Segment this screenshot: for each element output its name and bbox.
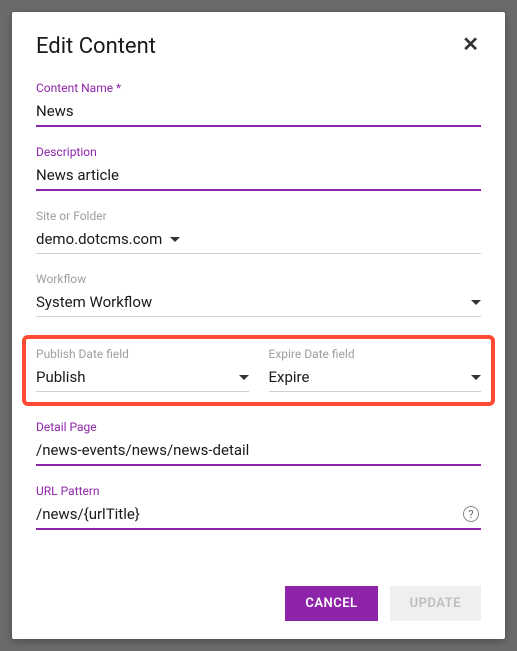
chevron-down-icon xyxy=(239,375,249,380)
publish-date-value: Publish xyxy=(36,368,85,386)
update-button[interactable]: UPDATE xyxy=(390,586,481,621)
form-body: Content Name * Description Site or Folde… xyxy=(36,81,481,576)
edit-content-dialog: Edit Content ✕ Content Name * Descriptio… xyxy=(12,12,505,639)
description-input[interactable] xyxy=(36,163,481,191)
chevron-down-icon xyxy=(471,375,481,380)
date-fields-highlight: Publish Date field Publish Expire Date f… xyxy=(22,335,495,406)
expire-date-field: Expire Date field Expire xyxy=(269,347,482,392)
publish-date-field: Publish Date field Publish xyxy=(36,347,249,392)
cancel-button[interactable]: CANCEL xyxy=(285,586,377,621)
publish-date-label: Publish Date field xyxy=(36,347,249,361)
content-name-input[interactable] xyxy=(36,99,481,127)
url-pattern-input[interactable] xyxy=(36,502,481,530)
description-field: Description xyxy=(36,145,481,191)
close-icon[interactable]: ✕ xyxy=(460,34,481,54)
detail-page-label: Detail Page xyxy=(36,420,481,434)
content-name-label: Content Name * xyxy=(36,81,481,95)
workflow-label: Workflow xyxy=(36,272,481,286)
detail-page-input[interactable] xyxy=(36,438,481,466)
dialog-title: Edit Content xyxy=(36,34,156,59)
expire-date-label: Expire Date field xyxy=(269,347,482,361)
help-icon[interactable]: ? xyxy=(463,506,479,522)
detail-page-field: Detail Page xyxy=(36,420,481,466)
workflow-select[interactable]: System Workflow xyxy=(36,290,481,317)
dialog-footer: CANCEL UPDATE xyxy=(36,586,481,621)
site-folder-select[interactable]: demo.dotcms.com xyxy=(36,227,481,254)
workflow-field: Workflow System Workflow xyxy=(36,272,481,317)
site-folder-value: demo.dotcms.com xyxy=(36,230,162,248)
chevron-down-icon xyxy=(471,300,481,305)
expire-date-select[interactable]: Expire xyxy=(269,365,482,392)
site-folder-label: Site or Folder xyxy=(36,209,481,223)
chevron-down-icon xyxy=(170,237,180,242)
site-folder-field: Site or Folder demo.dotcms.com xyxy=(36,209,481,254)
dialog-header: Edit Content ✕ xyxy=(36,34,481,59)
publish-date-select[interactable]: Publish xyxy=(36,365,249,392)
content-name-field: Content Name * xyxy=(36,81,481,127)
url-pattern-field: URL Pattern ? xyxy=(36,484,481,530)
url-pattern-label: URL Pattern xyxy=(36,484,481,498)
workflow-value: System Workflow xyxy=(36,293,152,311)
description-label: Description xyxy=(36,145,481,159)
expire-date-value: Expire xyxy=(269,368,310,386)
